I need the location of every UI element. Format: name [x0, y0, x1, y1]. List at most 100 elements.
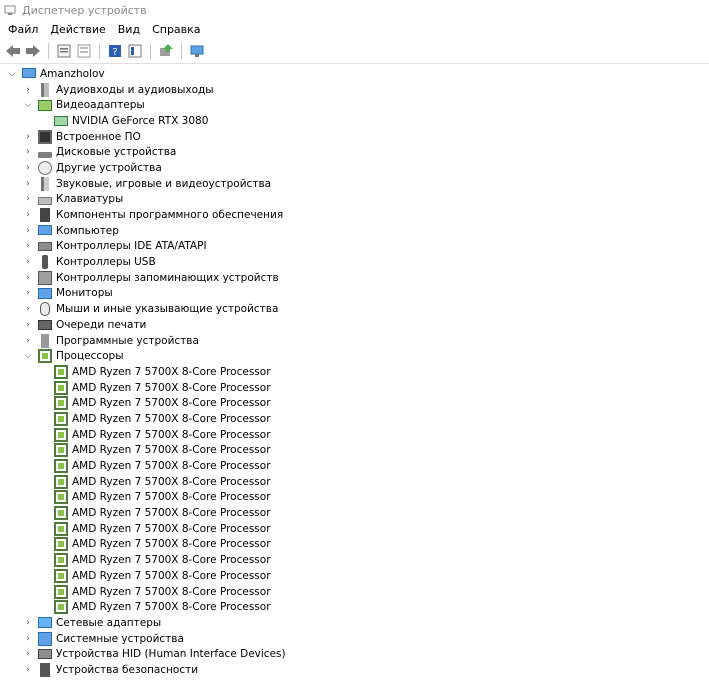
tree-category-row[interactable]: › Очереди печати: [0, 317, 709, 333]
update-driver-icon[interactable]: [157, 42, 175, 60]
software-component-icon: [40, 208, 50, 223]
chevron-down-icon[interactable]: ⌵: [22, 99, 34, 111]
tree-device-row[interactable]: AMD Ryzen 7 5700X 8-Core Processor: [0, 427, 709, 443]
forward-icon[interactable]: [24, 42, 42, 60]
scan-icon[interactable]: [188, 42, 206, 60]
tree-device-row[interactable]: AMD Ryzen 7 5700X 8-Core Processor: [0, 380, 709, 396]
tree-category-row[interactable]: › Компоненты программного обеспечения: [0, 207, 709, 223]
tree-device-label: AMD Ryzen 7 5700X 8-Core Processor: [72, 569, 271, 582]
tree-category-label: Встроенное ПО: [56, 130, 141, 143]
tree-root[interactable]: ⌵ Amanzholov: [0, 66, 709, 82]
tree-device-row[interactable]: AMD Ryzen 7 5700X 8-Core Processor: [0, 521, 709, 537]
tree-category-label: Аудиовходы и аудиовыходы: [56, 83, 214, 96]
tree-category-row[interactable]: › Сетевые адаптеры: [0, 615, 709, 631]
storage-controller-icon: [38, 270, 52, 285]
tree-category-row[interactable]: › Программные устройства: [0, 333, 709, 349]
tree-device-row[interactable]: AMD Ryzen 7 5700X 8-Core Processor: [0, 552, 709, 568]
chevron-right-icon[interactable]: ›: [22, 287, 34, 299]
chevron-right-icon[interactable]: ›: [22, 664, 34, 676]
tree-root-label: Amanzholov: [40, 67, 105, 80]
chevron-right-icon[interactable]: ›: [22, 240, 34, 252]
tree-category-row[interactable]: › Звуковые, игровые и видеоустройства: [0, 176, 709, 192]
tree-category-label: Мыши и иные указывающие устройства: [56, 303, 279, 316]
help-icon[interactable]: ?: [106, 42, 124, 60]
chevron-right-icon[interactable]: ›: [22, 648, 34, 660]
tree-category-row[interactable]: ⌵ Процессоры: [0, 348, 709, 364]
other-device-icon: [38, 160, 52, 175]
toolbar-separator: [48, 43, 49, 59]
tree-device-row[interactable]: AMD Ryzen 7 5700X 8-Core Processor: [0, 490, 709, 506]
chevron-right-icon[interactable]: ›: [22, 146, 34, 158]
chevron-down-icon[interactable]: ⌵: [22, 350, 34, 362]
menu-action[interactable]: Действие: [44, 20, 111, 39]
tree-device-row[interactable]: AMD Ryzen 7 5700X 8-Core Processor: [0, 458, 709, 474]
tree-device-row[interactable]: AMD Ryzen 7 5700X 8-Core Processor: [0, 568, 709, 584]
chevron-right-icon[interactable]: ›: [22, 303, 34, 315]
tree-device-row[interactable]: NVIDIA GeForce RTX 3080: [0, 113, 709, 129]
computer-icon: [38, 224, 52, 235]
chevron-right-icon[interactable]: ›: [22, 272, 34, 284]
chevron-right-icon[interactable]: ›: [22, 617, 34, 629]
tree-device-row[interactable]: AMD Ryzen 7 5700X 8-Core Processor: [0, 443, 709, 459]
tree-device-label: NVIDIA GeForce RTX 3080: [72, 114, 209, 127]
audio-icon: [41, 82, 49, 97]
tree-category-row[interactable]: › Системные устройства: [0, 631, 709, 647]
tree-category-label: Другие устройства: [56, 161, 162, 174]
tree-device-label: AMD Ryzen 7 5700X 8-Core Processor: [72, 381, 271, 394]
chevron-down-icon[interactable]: ⌵: [6, 68, 18, 80]
tree-device-row[interactable]: AMD Ryzen 7 5700X 8-Core Processor: [0, 537, 709, 553]
processor-icon: [54, 600, 68, 615]
tree-device-row[interactable]: AMD Ryzen 7 5700X 8-Core Processor: [0, 364, 709, 380]
tree-device-row[interactable]: AMD Ryzen 7 5700X 8-Core Processor: [0, 584, 709, 600]
tree-device-label: AMD Ryzen 7 5700X 8-Core Processor: [72, 491, 271, 504]
chevron-right-icon[interactable]: ›: [22, 84, 34, 96]
tree-category-row[interactable]: › Мониторы: [0, 286, 709, 302]
tree-category-row[interactable]: › Устройства HID (Human Interface Devices…: [0, 646, 709, 662]
tree-category-row[interactable]: › Мыши и иные указывающие устройства: [0, 301, 709, 317]
tree-category-row[interactable]: › Клавиатуры: [0, 192, 709, 208]
menu-view[interactable]: Вид: [112, 20, 146, 39]
properties-icon[interactable]: [55, 42, 73, 60]
tree-device-label: AMD Ryzen 7 5700X 8-Core Processor: [72, 475, 271, 488]
chevron-right-icon[interactable]: ›: [22, 225, 34, 237]
tree-category-row[interactable]: › Дисковые устройства: [0, 144, 709, 160]
chevron-right-icon[interactable]: ›: [22, 131, 34, 143]
chevron-right-icon[interactable]: ›: [22, 193, 34, 205]
tree-device-row[interactable]: AMD Ryzen 7 5700X 8-Core Processor: [0, 395, 709, 411]
device-tree[interactable]: ⌵ Amanzholov › Аудиовходы и аудиовыходы ⌵ В…: [0, 64, 709, 678]
tree-device-label: AMD Ryzen 7 5700X 8-Core Processor: [72, 428, 271, 441]
chevron-right-icon[interactable]: ›: [22, 256, 34, 268]
refresh-icon[interactable]: [75, 42, 93, 60]
processor-icon: [54, 443, 68, 458]
processor-icon: [54, 411, 68, 426]
menu-file[interactable]: Файл: [2, 20, 44, 39]
tree-category-label: Очереди печати: [56, 318, 147, 331]
chevron-right-icon[interactable]: ›: [22, 178, 34, 190]
tree-category-row[interactable]: › Контроллеры USB: [0, 254, 709, 270]
hid-icon: [38, 649, 52, 660]
tree-category-row[interactable]: › Другие устройства: [0, 160, 709, 176]
tree-device-row[interactable]: AMD Ryzen 7 5700X 8-Core Processor: [0, 505, 709, 521]
tree-device-label: AMD Ryzen 7 5700X 8-Core Processor: [72, 522, 271, 535]
tree-device-row[interactable]: AMD Ryzen 7 5700X 8-Core Processor: [0, 474, 709, 490]
view-icon[interactable]: [126, 42, 144, 60]
tree-category-row[interactable]: › Компьютер: [0, 223, 709, 239]
chevron-right-icon[interactable]: ›: [22, 209, 34, 221]
processor-icon: [54, 380, 68, 395]
chevron-right-icon[interactable]: ›: [22, 162, 34, 174]
tree-category-row[interactable]: › Встроенное ПО: [0, 129, 709, 145]
chevron-right-icon[interactable]: ›: [22, 335, 34, 347]
menu-help[interactable]: Справка: [146, 20, 206, 39]
chevron-right-icon[interactable]: ›: [22, 633, 34, 645]
tree-category-row[interactable]: ⌵ Видеоадаптеры: [0, 97, 709, 113]
tree-device-label: AMD Ryzen 7 5700X 8-Core Processor: [72, 601, 271, 614]
tree-device-row[interactable]: AMD Ryzen 7 5700X 8-Core Processor: [0, 411, 709, 427]
tree-category-row[interactable]: › Устройства безопасности: [0, 662, 709, 678]
back-icon[interactable]: [4, 42, 22, 60]
tree-category-row[interactable]: › Аудиовходы и аудиовыходы: [0, 82, 709, 98]
tree-device-row[interactable]: AMD Ryzen 7 5700X 8-Core Processor: [0, 599, 709, 615]
tree-category-row[interactable]: › Контроллеры запоминающих устройств: [0, 270, 709, 286]
toolbar-separator: [99, 43, 100, 59]
chevron-right-icon[interactable]: ›: [22, 319, 34, 331]
tree-category-row[interactable]: › Контроллеры IDE ATA/ATAPI: [0, 239, 709, 255]
